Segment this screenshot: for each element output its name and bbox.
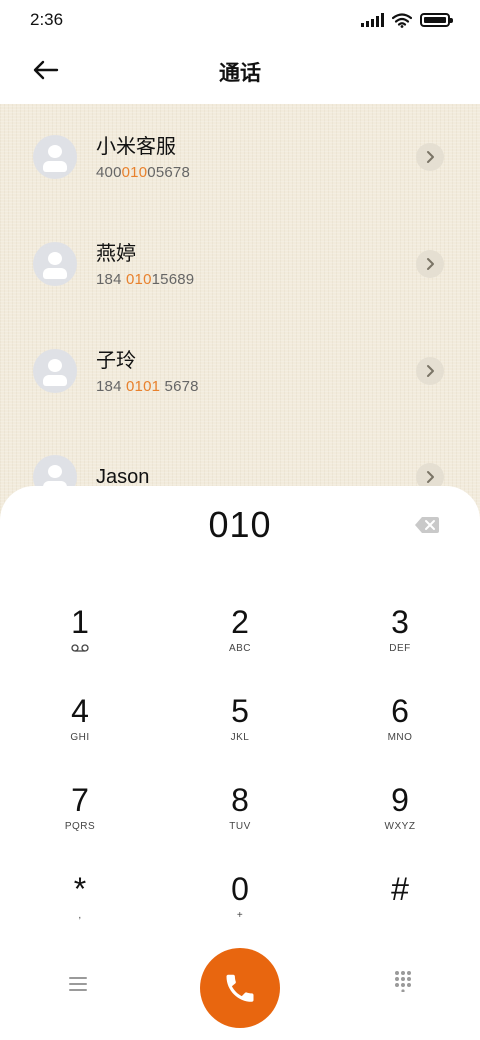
signal-icon [361, 13, 384, 27]
page-title: 通话 [219, 62, 261, 85]
contact-item-ziling[interactable]: 子玲 184 0101 5678 [0, 318, 480, 424]
key-7[interactable]: 7 PQRS [20, 782, 140, 862]
back-button[interactable] [26, 54, 66, 86]
status-icons [361, 12, 453, 28]
chevron-right-icon [427, 151, 434, 163]
contact-detail-button[interactable] [416, 250, 444, 278]
key-8[interactable]: 8 TUV [180, 782, 300, 862]
backspace-button[interactable] [414, 516, 440, 534]
battery-icon [420, 13, 453, 27]
key-5[interactable]: 5 JKL [180, 693, 300, 773]
keypad-icon [395, 971, 411, 993]
call-button[interactable] [200, 948, 280, 1028]
contact-name: 小米客服 [96, 135, 176, 158]
key-3[interactable]: 3 DEF [340, 604, 460, 684]
header: 通话 [0, 40, 480, 104]
contact-item-xiaomi[interactable]: 小米客服 40001005678 [0, 104, 480, 210]
contact-detail-button[interactable] [416, 143, 444, 171]
key-star[interactable]: * , [20, 871, 140, 951]
phone-icon [226, 974, 254, 1002]
voicemail-icon [71, 644, 89, 652]
contact-name: 燕婷 [96, 242, 136, 265]
contact-number: 40001005678 [96, 163, 190, 181]
key-0[interactable]: 0 + [180, 871, 300, 951]
key-6[interactable]: 6 MNO [340, 693, 460, 773]
menu-button[interactable] [66, 972, 90, 996]
dialed-number: 010 [208, 504, 272, 545]
contact-list[interactable]: 小米客服 40001005678 燕婷 184 01015689 子玲 184 … [0, 104, 480, 524]
backspace-icon [415, 517, 439, 533]
menu-icon [69, 977, 87, 991]
contact-detail-button[interactable] [416, 357, 444, 385]
key-2[interactable]: 2 ABC [180, 604, 300, 684]
avatar [33, 349, 77, 393]
key-hash[interactable]: # [340, 871, 460, 951]
key-1[interactable]: 1 [20, 604, 140, 684]
chevron-right-icon [427, 258, 434, 270]
contact-number: 184 01015689 [96, 270, 195, 288]
avatar [33, 242, 77, 286]
contact-name: 子玲 [96, 349, 136, 372]
key-4[interactable]: 4 GHI [20, 693, 140, 773]
contact-item-yanting[interactable]: 燕婷 184 01015689 [0, 211, 480, 317]
chevron-right-icon [427, 365, 434, 377]
status-time: 2:36 [30, 10, 64, 29]
back-arrow-icon [33, 60, 59, 80]
dialer-panel: 010 1 2 ABC 3 DEF 4 GHI 5 JKL 6 MNO 7 PQ… [0, 486, 480, 1040]
chevron-right-icon [427, 471, 434, 483]
avatar [33, 135, 77, 179]
contact-number: 184 0101 5678 [96, 377, 199, 395]
status-bar: 2:36 [0, 0, 480, 40]
key-9[interactable]: 9 WXYZ [340, 782, 460, 862]
dialer-actions [0, 948, 480, 1028]
wifi-icon [392, 12, 412, 28]
keypad-toggle-button[interactable] [392, 970, 414, 993]
